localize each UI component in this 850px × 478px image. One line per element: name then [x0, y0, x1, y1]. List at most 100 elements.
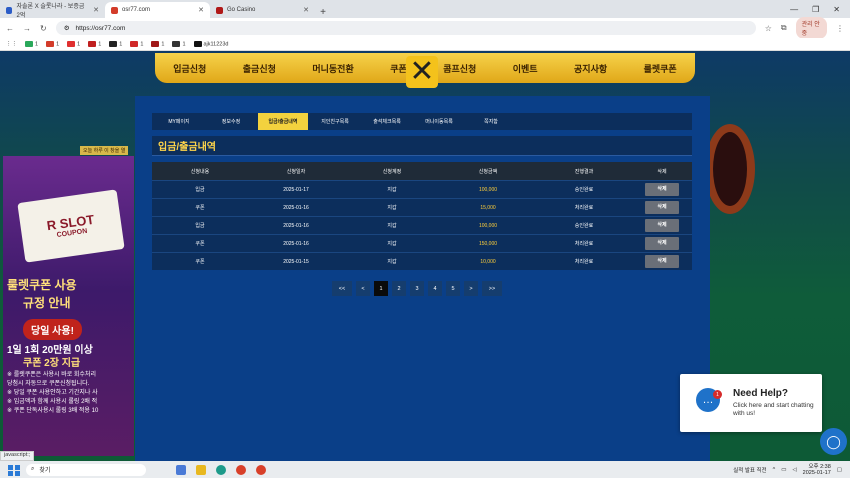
back-icon[interactable]: ←	[6, 24, 14, 33]
app-icon[interactable]	[176, 464, 186, 475]
menu-item-comp[interactable]: 콤프신청	[443, 62, 476, 75]
tab-edit-info[interactable]: 정보수정	[206, 113, 256, 130]
page-next[interactable]: >	[464, 281, 478, 296]
col-header: 신청일자	[286, 168, 306, 175]
menu-item-notice[interactable]: 공지사항	[574, 62, 607, 75]
url-field[interactable]: ⚙ https://osr77.com	[55, 21, 756, 35]
notification-icon[interactable]: ▢	[837, 467, 842, 473]
roulette-decoration	[705, 124, 755, 214]
status-url: javascript:;	[0, 451, 35, 461]
cell-account: 지갑	[387, 259, 397, 265]
browser-tab-2[interactable]: osr77.com ✕	[105, 2, 210, 18]
network-icon[interactable]: ▭	[781, 467, 786, 473]
bookmark-item[interactable]: 1	[67, 40, 80, 47]
chrome-icon[interactable]	[256, 464, 266, 475]
delete-button[interactable]: 삭제	[645, 237, 679, 250]
cell-account: 지갑	[387, 205, 397, 211]
browser-tab-1[interactable]: 자솔론 X 슬롯나라 - 보증금 2억 ✕	[0, 2, 105, 19]
close-window-icon[interactable]: ✕	[833, 5, 840, 14]
cell-type: 쿠폰	[195, 259, 205, 265]
help-chat-popup[interactable]: … 1 Need Help? Click here and start chat…	[680, 374, 822, 432]
page-2[interactable]: 2	[392, 281, 406, 296]
promo-text-2: 쿠폰 2장 지급	[23, 358, 81, 369]
menu-item-coupon[interactable]: 쿠폰	[390, 62, 407, 75]
col-header: 신청내용	[190, 168, 210, 175]
tab-mypage[interactable]: MY페이지	[154, 113, 204, 130]
menu-item-withdraw[interactable]: 출금신청	[243, 62, 276, 75]
cell-date: 2025-01-16	[283, 222, 309, 229]
site-info-icon[interactable]: ⚙	[64, 24, 70, 32]
forward-icon[interactable]: →	[23, 24, 31, 33]
maximize-icon[interactable]: ❐	[812, 5, 819, 14]
chevron-up-icon[interactable]: ^	[773, 467, 776, 473]
page-3[interactable]: 3	[410, 281, 424, 296]
tab-attendance[interactable]: 출석체크목록	[362, 113, 412, 130]
promo-note: ※ 룰렛쿠폰은 사용시 바로 회수처리	[7, 372, 96, 378]
close-tab-icon[interactable]: ✕	[303, 6, 309, 14]
help-title: Need Help?	[733, 388, 789, 399]
cell-type: 입금	[195, 187, 205, 193]
page-5[interactable]: 5	[446, 281, 460, 296]
volume-icon[interactable]: ◁	[792, 467, 796, 473]
menu-icon[interactable]: ⋮	[836, 24, 844, 33]
menu-item-deposit[interactable]: 입금신청	[173, 62, 206, 75]
close-tab-icon[interactable]: ✕	[93, 6, 99, 14]
bookmark-item[interactable]: 1	[109, 40, 122, 47]
news-text[interactable]: 실적 발표 직전	[733, 466, 766, 474]
col-header: 진행결과	[574, 168, 594, 175]
tab-favicon-icon	[216, 6, 223, 14]
menu-item-roulette-coupon[interactable]: 룰렛쿠폰	[644, 62, 677, 75]
page-first[interactable]: <<	[332, 281, 352, 296]
bookmarks-bar: ⋮⋮ 1 1 1 1 1 1 1 1 ajk11223d	[0, 38, 850, 51]
extensions-icon[interactable]: ⧉	[781, 23, 787, 33]
address-bar: ← → ↻ ⚙ https://osr77.com ☆ ⧉ 관리 안 중 ⋮	[0, 17, 850, 39]
delete-button[interactable]: 삭제	[645, 183, 679, 196]
app-icon[interactable]	[196, 464, 206, 475]
menu-item-event[interactable]: 이벤트	[513, 62, 538, 75]
cell-amount: 10,000	[480, 258, 496, 265]
bookmark-item[interactable]: 1	[172, 40, 186, 47]
profile-button[interactable]: 관리 안 중	[795, 17, 827, 39]
cell-amount: 15,000	[480, 204, 496, 211]
windows-start-icon[interactable]	[6, 463, 20, 477]
chrome-icon[interactable]	[236, 464, 246, 475]
promo-hide-today[interactable]: 오늘 하루 이 창을 열	[80, 146, 129, 155]
promo-headline: 룰렛쿠폰 사용	[7, 278, 77, 292]
tab-deposit-withdraw-history[interactable]: 입금/출금내역	[258, 113, 308, 130]
minimize-icon[interactable]: —	[790, 5, 798, 14]
cell-type: 쿠폰	[195, 241, 205, 247]
tab-title: osr77.com	[122, 7, 151, 13]
menu-item-money-exchange[interactable]: 머니동전환	[312, 62, 353, 75]
tab-friends[interactable]: 지인친구목록	[310, 113, 360, 130]
star-icon[interactable]: ☆	[765, 24, 772, 33]
bookmark-item[interactable]: ajk11223d	[193, 40, 228, 47]
tab-messages[interactable]: 쪽지함	[466, 113, 516, 130]
close-tab-icon[interactable]: ✕	[198, 6, 204, 14]
bookmark-item[interactable]: 1	[151, 40, 164, 47]
apps-icon[interactable]: ⋮⋮	[6, 41, 17, 47]
promo-note: ※ 쿠폰 단독사용시 롤링 3배 적용 10	[7, 408, 99, 414]
browser-tab-3[interactable]: Go Casino ✕	[210, 2, 315, 18]
close-icon[interactable]: ✕	[406, 56, 438, 88]
bookmark-item[interactable]: 1	[88, 40, 101, 47]
clock[interactable]: 오후 2:38 2025-01-17	[803, 464, 831, 476]
col-header: 신청금액	[478, 168, 498, 175]
new-tab-icon[interactable]: +	[315, 7, 331, 18]
delete-button[interactable]: 삭제	[645, 219, 679, 232]
bookmark-item[interactable]: 1	[25, 40, 38, 47]
bookmark-item[interactable]: 1	[130, 40, 143, 47]
taskbar-search[interactable]: ⌕ 찾기	[26, 463, 146, 476]
promo-banner[interactable]: R SLOT COUPON 룰렛쿠폰 사용 규정 안내 당일 사용! 1일 1회…	[3, 156, 134, 456]
page-prev[interactable]: <	[356, 281, 370, 296]
page-1[interactable]: 1	[374, 281, 388, 296]
delete-button[interactable]: 삭제	[645, 255, 679, 268]
page-4[interactable]: 4	[428, 281, 442, 296]
tab-money-transfer[interactable]: 머니이동목록	[414, 113, 464, 130]
delete-button[interactable]: 삭제	[645, 201, 679, 214]
page-last[interactable]: >>	[482, 281, 502, 296]
search-icon: ⌕	[31, 466, 35, 472]
chat-launcher-icon[interactable]: ◯	[820, 428, 847, 455]
edge-icon[interactable]	[216, 464, 226, 475]
reload-icon[interactable]: ↻	[40, 24, 47, 33]
bookmark-item[interactable]: 1	[46, 40, 59, 47]
